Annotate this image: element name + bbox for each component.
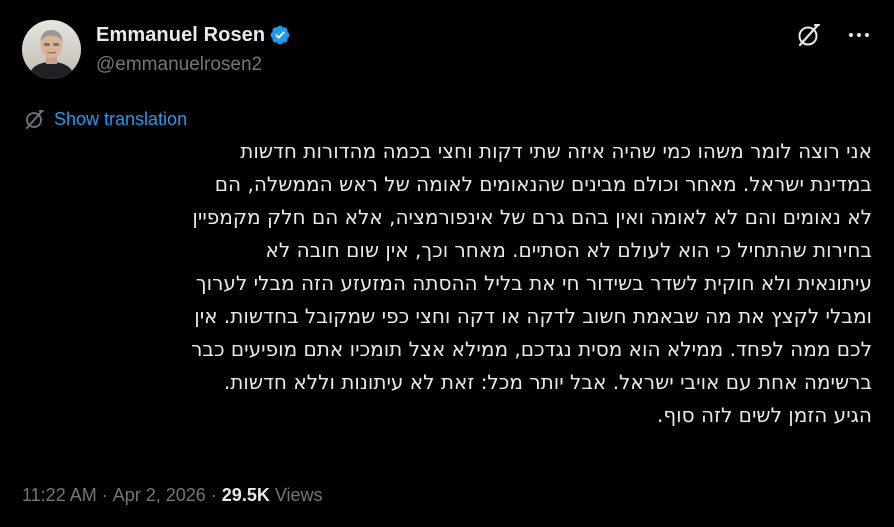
grok-icon[interactable] <box>796 22 822 48</box>
avatar[interactable] <box>22 20 81 79</box>
meta-separator: · <box>101 485 108 505</box>
tweet-body-line: לא נאומים והם לא לאומה ואין בהם גרם של א… <box>192 205 872 229</box>
more-horizontal-icon[interactable] <box>846 22 872 48</box>
tweet-body-line: בחירות שהתחיל כי הוא לעולם לא הסתיים. מא… <box>265 238 872 262</box>
show-translation-row[interactable]: Show translation <box>24 107 187 131</box>
views-count[interactable]: 29.5K <box>222 485 270 506</box>
tweet-top-actions <box>796 22 872 48</box>
tweet: Emmanuel Rosen @emmanuelrosen2 Show tran… <box>0 0 894 527</box>
tweet-body-line: עיתונאית ולא חוקית לשדר בשידור חי את בלי… <box>195 271 872 295</box>
tweet-body-line: ברשימה אחת עם אויבי ישראל. אבל יותר מכל:… <box>223 370 872 394</box>
tweet-body-line: הגיע הזמן לשים לזה סוף. <box>657 403 872 427</box>
author-display-name[interactable]: Emmanuel Rosen <box>96 24 265 47</box>
tweet-meta: 11:22 AM · Apr 2, 2026 · 29.5K Views <box>22 485 323 506</box>
tweet-body: אני רוצה לומר משהו כמי שהיה איזה שתי דקו… <box>22 135 872 432</box>
show-translation-link[interactable]: Show translation <box>54 109 187 130</box>
author-handle[interactable]: @emmanuelrosen2 <box>96 54 262 76</box>
verified-badge-icon[interactable] <box>269 24 291 46</box>
views-label[interactable]: Views <box>275 485 323 506</box>
tweet-body-line: אני רוצה לומר משהו כמי שהיה איזה שתי דקו… <box>240 139 872 163</box>
profile-photo <box>22 20 81 79</box>
author-name-row: Emmanuel Rosen <box>96 22 291 48</box>
tweet-time[interactable]: 11:22 AM <box>22 485 97 506</box>
tweet-body-line: ומבלי לקצץ את מה שבאמת חשוב לדקה או דקה … <box>194 304 872 328</box>
tweet-body-line: במדינת ישראל. מאחר וכולם מבינים שהנאומים… <box>214 172 872 196</box>
tweet-body-line: לכם ממה לפחד. ממילא הוא מסית נגדכם, ממיל… <box>191 337 872 361</box>
translate-icon <box>24 108 46 130</box>
meta-separator: · <box>210 485 217 505</box>
tweet-date[interactable]: Apr 2, 2026 <box>113 485 206 506</box>
